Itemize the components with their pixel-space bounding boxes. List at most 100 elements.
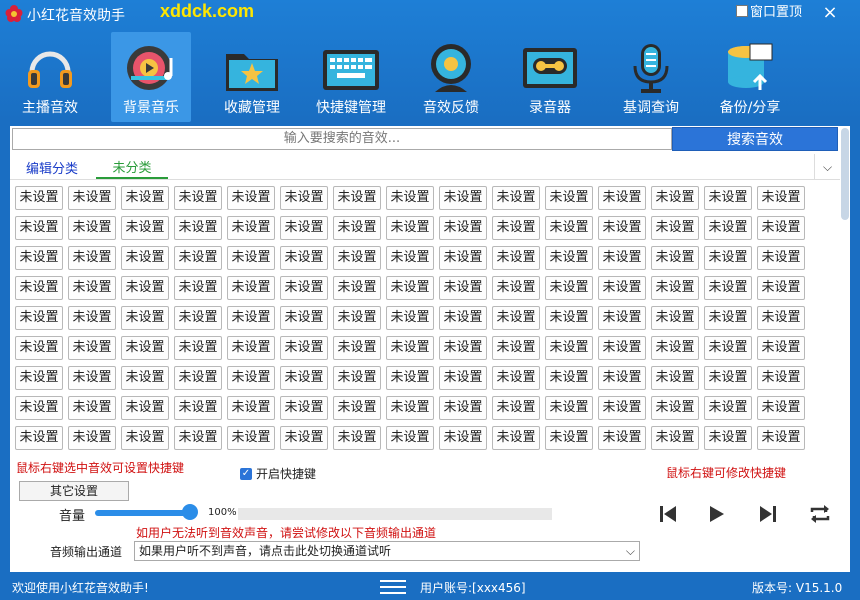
- tool-background-music[interactable]: 背景音乐: [111, 32, 191, 122]
- sound-slot-button[interactable]: 未设置: [68, 426, 116, 450]
- sound-slot-button[interactable]: 未设置: [439, 246, 487, 270]
- sound-slot-button[interactable]: 未设置: [15, 426, 63, 450]
- sound-slot-button[interactable]: 未设置: [757, 216, 805, 240]
- sound-slot-button[interactable]: 未设置: [492, 336, 540, 360]
- tool-favorites[interactable]: 收藏管理: [212, 32, 292, 122]
- scrollbar-thumb[interactable]: [841, 128, 849, 220]
- sound-slot-button[interactable]: 未设置: [227, 246, 275, 270]
- sound-slot-button[interactable]: 未设置: [174, 246, 222, 270]
- sound-slot-button[interactable]: 未设置: [227, 426, 275, 450]
- sound-slot-button[interactable]: 未设置: [704, 186, 752, 210]
- sound-slot-button[interactable]: 未设置: [651, 276, 699, 300]
- sound-slot-button[interactable]: 未设置: [492, 216, 540, 240]
- sound-slot-button[interactable]: 未设置: [333, 186, 381, 210]
- sound-slot-button[interactable]: 未设置: [386, 426, 434, 450]
- volume-slider-track[interactable]: [95, 510, 191, 516]
- sound-slot-button[interactable]: 未设置: [174, 216, 222, 240]
- search-button[interactable]: 搜索音效: [672, 127, 838, 151]
- sound-slot-button[interactable]: 未设置: [651, 366, 699, 390]
- sound-slot-button[interactable]: 未设置: [68, 246, 116, 270]
- sound-slot-button[interactable]: 未设置: [280, 306, 328, 330]
- tab-edit-category[interactable]: 编辑分类: [26, 158, 78, 177]
- sound-slot-button[interactable]: 未设置: [651, 336, 699, 360]
- sound-slot-button[interactable]: 未设置: [598, 396, 646, 420]
- scrollbar[interactable]: [840, 126, 850, 222]
- other-settings-button[interactable]: 其它设置: [19, 481, 129, 501]
- sound-slot-button[interactable]: 未设置: [545, 186, 593, 210]
- sound-slot-button[interactable]: 未设置: [333, 306, 381, 330]
- sound-slot-button[interactable]: 未设置: [704, 336, 752, 360]
- sound-slot-button[interactable]: 未设置: [651, 186, 699, 210]
- sound-slot-button[interactable]: 未设置: [598, 216, 646, 240]
- sound-slot-button[interactable]: 未设置: [386, 246, 434, 270]
- repeat-icon[interactable]: [810, 505, 830, 523]
- sound-slot-button[interactable]: 未设置: [174, 336, 222, 360]
- chevron-down-icon[interactable]: ⌵: [814, 154, 840, 180]
- sound-slot-button[interactable]: 未设置: [68, 336, 116, 360]
- sound-slot-button[interactable]: 未设置: [121, 216, 169, 240]
- sound-slot-button[interactable]: 未设置: [227, 306, 275, 330]
- sound-slot-button[interactable]: 未设置: [15, 216, 63, 240]
- sound-slot-button[interactable]: 未设置: [492, 186, 540, 210]
- sound-slot-button[interactable]: 未设置: [386, 366, 434, 390]
- sound-slot-button[interactable]: 未设置: [280, 426, 328, 450]
- menu-icon[interactable]: [380, 576, 408, 596]
- sound-slot-button[interactable]: 未设置: [227, 186, 275, 210]
- sound-slot-button[interactable]: 未设置: [15, 276, 63, 300]
- sound-slot-button[interactable]: 未设置: [492, 396, 540, 420]
- sound-slot-button[interactable]: 未设置: [174, 396, 222, 420]
- enable-hotkey-checkbox[interactable]: ✓ 开启快捷键: [240, 465, 316, 482]
- sound-slot-button[interactable]: 未设置: [386, 306, 434, 330]
- sound-slot-button[interactable]: 未设置: [704, 216, 752, 240]
- next-icon[interactable]: [760, 506, 776, 522]
- sound-slot-button[interactable]: 未设置: [121, 396, 169, 420]
- sound-slot-button[interactable]: 未设置: [227, 276, 275, 300]
- sound-slot-button[interactable]: 未设置: [280, 186, 328, 210]
- sound-slot-button[interactable]: 未设置: [280, 246, 328, 270]
- sound-slot-button[interactable]: 未设置: [333, 336, 381, 360]
- sound-slot-button[interactable]: 未设置: [651, 246, 699, 270]
- sound-slot-button[interactable]: 未设置: [333, 216, 381, 240]
- sound-slot-button[interactable]: 未设置: [68, 306, 116, 330]
- sound-slot-button[interactable]: 未设置: [15, 246, 63, 270]
- sound-slot-button[interactable]: 未设置: [598, 276, 646, 300]
- tool-recorder[interactable]: 录音器: [510, 32, 590, 122]
- sound-slot-button[interactable]: 未设置: [280, 366, 328, 390]
- sound-slot-button[interactable]: 未设置: [227, 336, 275, 360]
- sound-slot-button[interactable]: 未设置: [121, 426, 169, 450]
- sound-slot-button[interactable]: 未设置: [598, 306, 646, 330]
- sound-slot-button[interactable]: 未设置: [121, 336, 169, 360]
- sound-slot-button[interactable]: 未设置: [704, 366, 752, 390]
- sound-slot-button[interactable]: 未设置: [651, 396, 699, 420]
- sound-slot-button[interactable]: 未设置: [757, 186, 805, 210]
- sound-slot-button[interactable]: 未设置: [333, 396, 381, 420]
- sound-slot-button[interactable]: 未设置: [545, 216, 593, 240]
- sound-slot-button[interactable]: 未设置: [757, 366, 805, 390]
- sound-slot-button[interactable]: 未设置: [598, 426, 646, 450]
- sound-slot-button[interactable]: 未设置: [757, 336, 805, 360]
- sound-slot-button[interactable]: 未设置: [15, 336, 63, 360]
- sound-slot-button[interactable]: 未设置: [439, 276, 487, 300]
- sound-slot-button[interactable]: 未设置: [15, 306, 63, 330]
- sound-slot-button[interactable]: 未设置: [174, 186, 222, 210]
- tool-hotkeys[interactable]: 快捷键管理: [305, 32, 397, 122]
- sound-slot-button[interactable]: 未设置: [439, 366, 487, 390]
- sound-slot-button[interactable]: 未设置: [439, 336, 487, 360]
- sound-slot-button[interactable]: 未设置: [492, 306, 540, 330]
- tab-uncategorized[interactable]: 未分类: [96, 157, 168, 179]
- sound-slot-button[interactable]: 未设置: [174, 276, 222, 300]
- play-icon[interactable]: [710, 506, 724, 522]
- sound-slot-button[interactable]: 未设置: [704, 426, 752, 450]
- sound-slot-button[interactable]: 未设置: [227, 216, 275, 240]
- sound-slot-button[interactable]: 未设置: [386, 186, 434, 210]
- sound-slot-button[interactable]: 未设置: [545, 396, 593, 420]
- sound-slot-button[interactable]: 未设置: [492, 246, 540, 270]
- sound-slot-button[interactable]: 未设置: [68, 276, 116, 300]
- sound-slot-button[interactable]: 未设置: [439, 216, 487, 240]
- sound-slot-button[interactable]: 未设置: [68, 396, 116, 420]
- sound-slot-button[interactable]: 未设置: [280, 396, 328, 420]
- sound-slot-button[interactable]: 未设置: [280, 276, 328, 300]
- sound-slot-button[interactable]: 未设置: [651, 426, 699, 450]
- sound-slot-button[interactable]: 未设置: [15, 396, 63, 420]
- sound-slot-button[interactable]: 未设置: [280, 336, 328, 360]
